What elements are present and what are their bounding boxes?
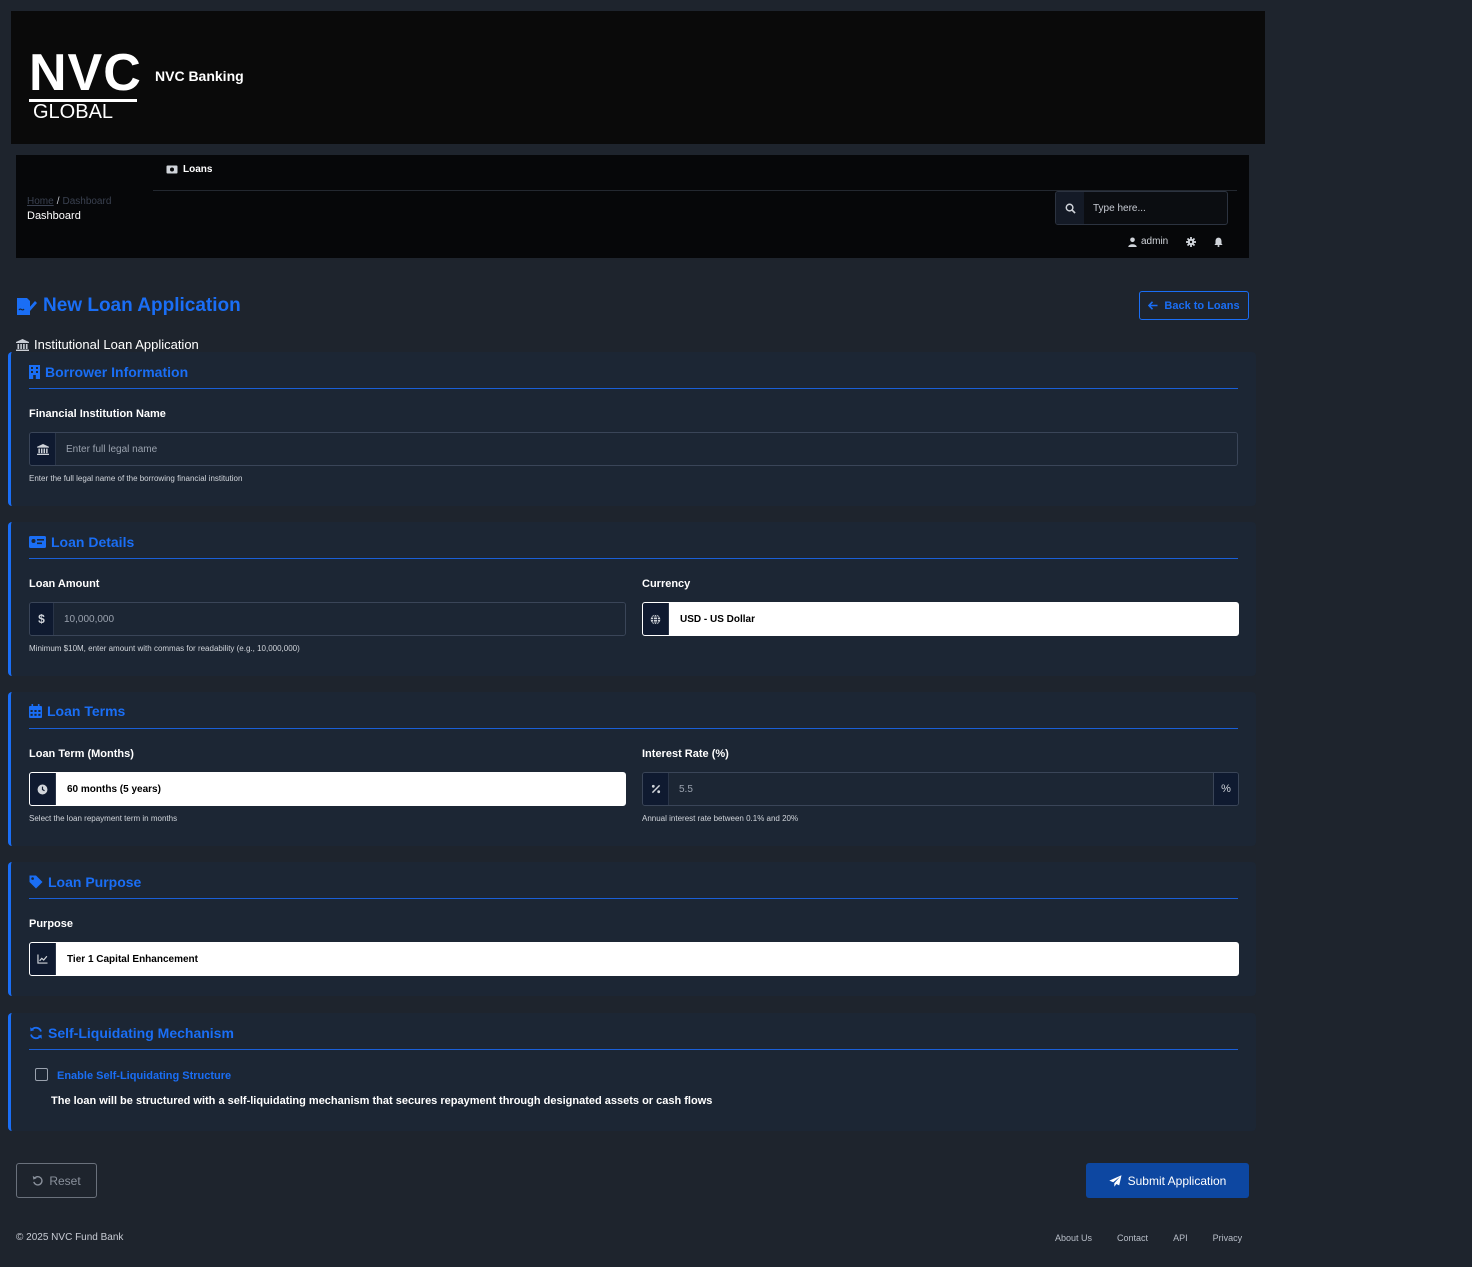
self-liquidating-checkbox[interactable]	[35, 1068, 48, 1081]
user-name: admin	[1141, 236, 1169, 247]
logo-sub-text: GLOBAL	[33, 101, 114, 123]
submit-button-label: Submit Application	[1127, 1173, 1227, 1188]
dollar-sign-prefix: $	[30, 603, 54, 635]
footer-link-contact[interactable]: Contact	[1117, 1233, 1148, 1243]
clock-icon	[30, 773, 56, 805]
percent-suffix: %	[1213, 773, 1238, 805]
nav-item-loans[interactable]: Loans	[166, 164, 212, 175]
reset-button-label: Reset	[49, 1173, 81, 1188]
currency-select[interactable]: USD - US Dollar	[642, 602, 1239, 636]
bell-icon[interactable]	[1214, 237, 1223, 247]
search-input[interactable]	[1084, 192, 1227, 224]
borrower-section-title: Borrower Information	[29, 364, 188, 380]
logo-main-text: NVC	[29, 44, 142, 102]
purpose-selected-value: Tier 1 Capital Enhancement	[56, 943, 1238, 975]
institution-name-input[interactable]	[56, 433, 1237, 465]
loan-details-title-text: Loan Details	[51, 534, 135, 550]
loan-terms-card: Loan Terms Loan Term (Months) 60 months …	[8, 692, 1256, 846]
loan-terms-section-title: Loan Terms	[29, 703, 125, 719]
reset-button[interactable]: Reset	[16, 1163, 97, 1198]
section-divider	[29, 558, 1238, 559]
purpose-label: Purpose	[29, 918, 74, 930]
bank-icon	[30, 433, 56, 465]
section-divider	[29, 728, 1238, 729]
borrower-title-text: Borrower Information	[45, 364, 189, 380]
submit-application-button[interactable]: Submit Application	[1086, 1163, 1249, 1198]
loan-purpose-card: Loan Purpose Purpose Tier 1 Capital Enha…	[8, 862, 1256, 996]
interest-rate-field: %	[642, 772, 1239, 806]
loan-amount-field: $	[29, 602, 626, 636]
institution-name-help: Enter the full legal name of the borrowi…	[29, 474, 243, 483]
back-to-loans-button[interactable]: Back to Loans	[1139, 291, 1249, 320]
footer-links: About Us Contact API Privacy	[1055, 1233, 1242, 1243]
borrower-information-card: Borrower Information Financial Instituti…	[8, 352, 1256, 506]
breadcrumb-separator: /	[56, 196, 60, 207]
globe-icon	[643, 603, 669, 635]
self-liquidating-description: The loan will be structured with a self-…	[51, 1095, 713, 1107]
institution-name-field	[29, 432, 1238, 466]
file-signature-icon	[16, 297, 37, 316]
interest-rate-label: Interest Rate (%)	[642, 748, 729, 760]
loan-purpose-title-text: Loan Purpose	[48, 874, 142, 890]
section-divider	[29, 1049, 1238, 1050]
sync-icon	[29, 1026, 43, 1040]
bank-icon	[16, 338, 29, 351]
self-liquidating-section-title: Self-Liquidating Mechanism	[29, 1025, 234, 1041]
interest-rate-help: Annual interest rate between 0.1% and 20…	[642, 814, 799, 823]
section-divider	[29, 898, 1238, 899]
self-liquidating-card: Self-Liquidating Mechanism Enable Self-L…	[8, 1013, 1256, 1131]
interest-rate-input[interactable]	[669, 773, 1213, 805]
breadcrumb-home-link[interactable]: Home	[27, 196, 54, 207]
loan-amount-label: Loan Amount	[29, 578, 100, 590]
paper-plane-icon	[1108, 1174, 1122, 1187]
arrow-left-icon	[1148, 301, 1158, 310]
nvc-global-logo[interactable]: NVC GLOBAL	[29, 44, 142, 123]
user-toolbar: admin	[1128, 236, 1223, 247]
page-title: New Loan Application	[16, 295, 241, 317]
loan-amount-help: Minimum $10M, enter amount with commas f…	[29, 644, 300, 653]
purpose-select[interactable]: Tier 1 Capital Enhancement	[29, 942, 1239, 976]
institution-name-label: Financial Institution Name	[29, 408, 166, 420]
search-icon[interactable]	[1056, 192, 1084, 224]
breadcrumb-title: Dashboard	[27, 210, 81, 222]
self-liquidating-checkbox-label[interactable]: Enable Self-Liquidating Structure	[57, 1070, 231, 1082]
footer-link-privacy[interactable]: Privacy	[1213, 1233, 1243, 1243]
user-menu[interactable]: admin	[1128, 236, 1168, 247]
section-divider	[29, 388, 1238, 389]
loan-term-select[interactable]: 60 months (5 years)	[29, 772, 626, 806]
loan-term-label: Loan Term (Months)	[29, 748, 134, 760]
chart-line-icon	[30, 943, 56, 975]
loan-terms-title-text: Loan Terms	[47, 703, 126, 719]
footer-link-api[interactable]: API	[1173, 1233, 1188, 1243]
search-box	[1055, 191, 1228, 225]
brand-name: NVC Banking	[155, 68, 244, 84]
tag-icon	[29, 875, 43, 889]
footer-link-about[interactable]: About Us	[1055, 1233, 1092, 1243]
currency-selected-value: USD - US Dollar	[669, 603, 1238, 635]
id-card-icon	[29, 536, 46, 548]
back-button-label: Back to Loans	[1164, 299, 1240, 312]
loan-term-help: Select the loan repayment term in months	[29, 814, 178, 823]
subtitle-text: Institutional Loan Application	[34, 337, 199, 352]
loan-term-selected-value: 60 months (5 years)	[56, 773, 625, 805]
percent-icon	[643, 773, 669, 805]
undo-icon	[32, 1175, 43, 1186]
page-title-text: New Loan Application	[43, 295, 241, 316]
page-subtitle: Institutional Loan Application	[16, 337, 199, 352]
loan-amount-input[interactable]	[54, 603, 625, 635]
loan-details-card: Loan Details Loan Amount $ Minimum $10M,…	[8, 522, 1256, 676]
loan-details-section-title: Loan Details	[29, 534, 134, 550]
user-icon	[1128, 237, 1137, 247]
footer-copyright: © 2025 NVC Fund Bank	[16, 1232, 124, 1243]
money-bill-icon	[166, 165, 178, 174]
currency-label: Currency	[642, 578, 691, 590]
building-icon	[29, 365, 40, 379]
breadcrumb: Home / Dashboard	[27, 196, 111, 207]
loan-purpose-section-title: Loan Purpose	[29, 874, 141, 890]
nav-item-label: Loans	[183, 164, 213, 175]
gear-icon[interactable]	[1186, 236, 1197, 247]
self-liquidating-title-text: Self-Liquidating Mechanism	[48, 1025, 234, 1041]
breadcrumb-current: Dashboard	[62, 196, 112, 207]
calendar-icon	[29, 704, 42, 718]
